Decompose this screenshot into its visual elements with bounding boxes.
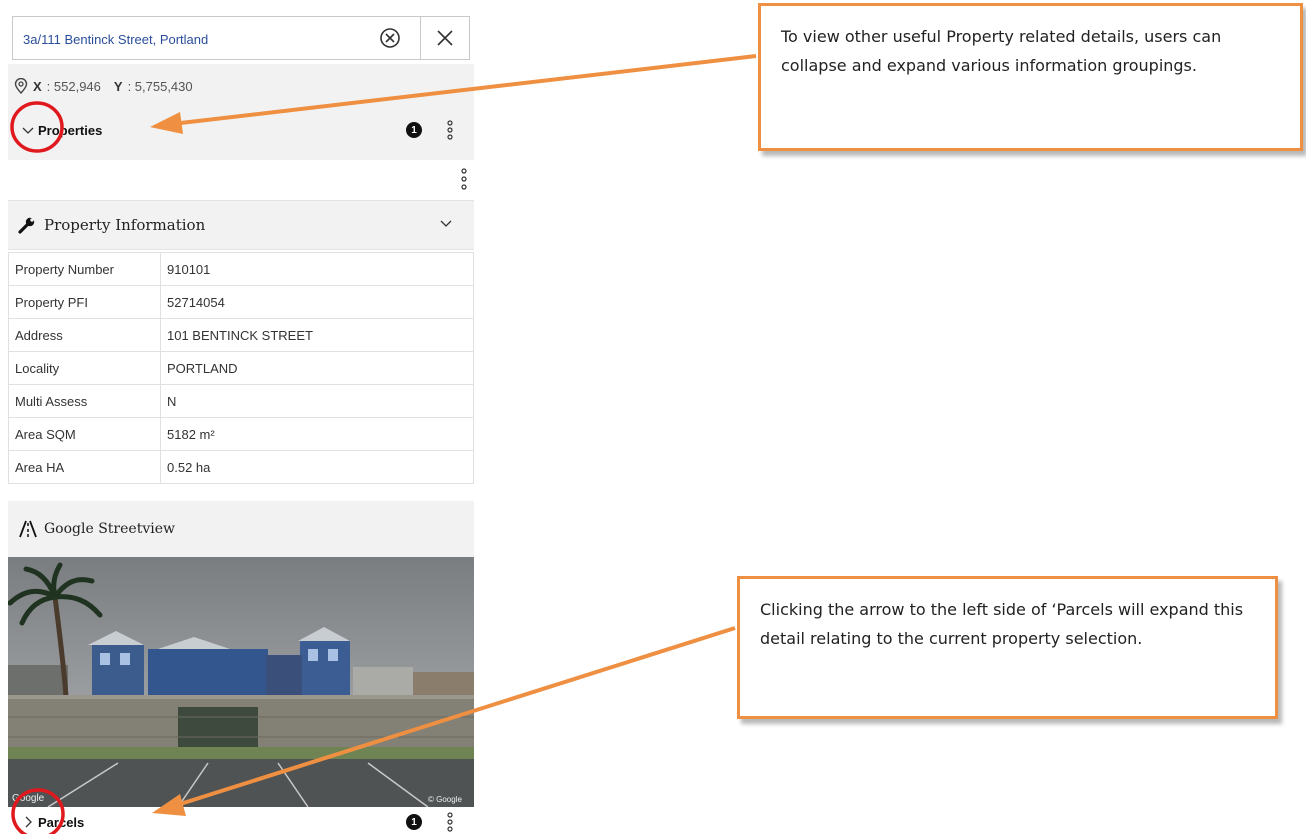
y-label: Y (113, 78, 123, 94)
row-label: Property Number (8, 252, 161, 286)
kebab-menu-icon[interactable] (446, 812, 454, 832)
parcels-count-badge: 1 (406, 814, 422, 830)
callout-parcels: Clicking the arrow to the left side of ‘… (737, 576, 1278, 719)
location-pin-icon (14, 78, 28, 94)
chevron-down-icon[interactable] (440, 219, 452, 229)
row-value: 101 BENTINCK STREET (160, 318, 474, 352)
properties-section-header[interactable]: Properties 1 (8, 112, 474, 148)
row-label: Area SQM (8, 417, 161, 451)
circle-x-icon[interactable] (379, 27, 401, 49)
row-value: 52714054 (160, 285, 474, 319)
search-box (12, 16, 420, 60)
row-label: Property PFI (8, 285, 161, 319)
kebab-menu-icon[interactable] (460, 168, 468, 190)
property-panel: X : 552,946 Y : 5,755,430 Properties 1 (8, 12, 474, 837)
close-icon (437, 30, 453, 46)
road-icon (19, 520, 37, 538)
coordinate-readout: X : 552,946 Y : 5,755,430 (14, 78, 193, 94)
chevron-down-icon[interactable] (22, 124, 34, 136)
y-value: : 5,755,430 (127, 78, 193, 94)
search-input[interactable] (21, 27, 365, 51)
callout-collapse-expand: To view other useful Property related de… (758, 3, 1303, 151)
table-row: Address 101 BENTINCK STREET (8, 318, 474, 352)
parcels-section-header[interactable]: Parcels 1 (8, 807, 474, 837)
parcels-title: Parcels (38, 814, 85, 830)
property-information-table: Property Number 910101 Property PFI 5271… (8, 252, 474, 484)
property-information-title: Property Information (44, 216, 206, 234)
row-value: 910101 (160, 252, 474, 286)
table-row: Locality PORTLAND (8, 351, 474, 385)
x-value: : 552,946 (46, 78, 101, 94)
property-toolbar (8, 160, 474, 201)
callout-text: Clicking the arrow to the left side of ‘… (760, 600, 1244, 648)
row-value: PORTLAND (160, 351, 474, 385)
row-value: 5182 m² (160, 417, 474, 451)
property-information-header[interactable]: Property Information (8, 201, 474, 250)
x-label: X (33, 78, 42, 94)
row-label: Area HA (8, 450, 161, 484)
streetview-title: Google Streetview (44, 521, 175, 537)
row-label: Locality (8, 351, 161, 385)
streetview-watermark-right: © Google (428, 795, 462, 804)
chevron-right-icon[interactable] (22, 816, 34, 828)
close-button[interactable] (420, 16, 470, 60)
row-value: N (160, 384, 474, 418)
table-row: Multi Assess N (8, 384, 474, 418)
row-label: Multi Assess (8, 384, 161, 418)
table-row: Property PFI 52714054 (8, 285, 474, 319)
table-row: Property Number 910101 (8, 252, 474, 286)
row-label: Address (8, 318, 161, 352)
row-value: 0.52 ha (160, 450, 474, 484)
wrench-icon (18, 217, 35, 234)
properties-count-badge: 1 (406, 122, 422, 138)
streetview-watermark-left: Google (12, 793, 45, 804)
callout-text: To view other useful Property related de… (781, 27, 1222, 75)
table-row: Area HA 0.52 ha (8, 450, 474, 484)
kebab-menu-icon[interactable] (446, 120, 454, 140)
streetview-image[interactable]: Google © Google (8, 557, 474, 807)
search-bar (8, 12, 474, 64)
properties-title: Properties (38, 122, 103, 138)
streetview-header: Google Streetview (8, 501, 474, 557)
table-row: Area SQM 5182 m² (8, 417, 474, 451)
